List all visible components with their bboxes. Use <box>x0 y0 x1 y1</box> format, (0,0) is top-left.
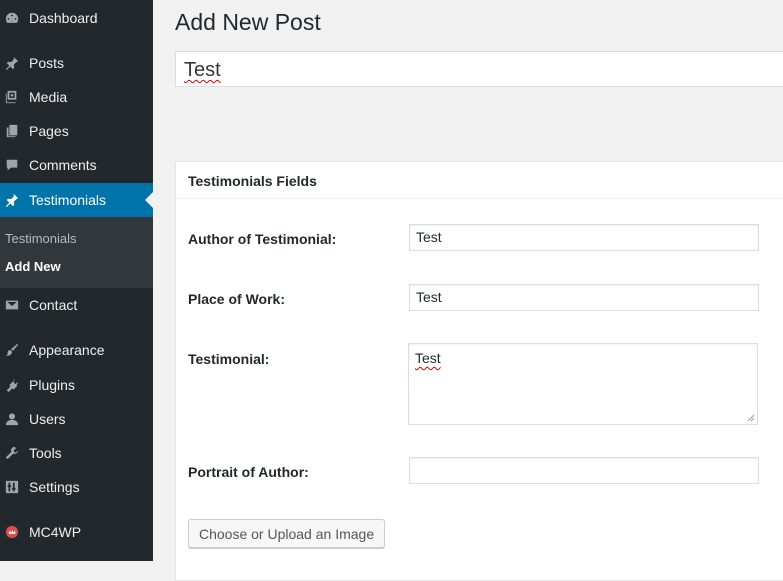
pages-icon <box>5 124 19 138</box>
dashboard-icon <box>5 11 19 25</box>
sidebar-item-pages[interactable]: Pages <box>0 114 153 148</box>
sidebar-item-label: Appearance <box>29 342 105 358</box>
sidebar-item-appearance[interactable]: Appearance <box>0 333 153 367</box>
sidebar-item-label: Plugins <box>29 377 75 393</box>
sidebar-item-label: Posts <box>29 55 65 71</box>
sidebar-item-users[interactable]: Users <box>0 402 153 436</box>
sidebar-item-label: Dashboard <box>29 10 98 26</box>
post-title-input[interactable]: Test <box>175 51 783 87</box>
user-icon <box>5 412 19 426</box>
portrait-label: Portrait of Author: <box>188 464 309 480</box>
sidebar-item-plugins[interactable]: Plugins <box>0 368 153 402</box>
place-of-work-label: Place of Work: <box>188 291 285 307</box>
sidebar-item-label: Tools <box>29 445 62 461</box>
sidebar-item-media[interactable]: Media <box>0 80 153 114</box>
sidebar-item-label: Testimonials <box>29 192 107 208</box>
author-field[interactable]: Test <box>409 224 759 251</box>
pin-icon <box>5 193 19 207</box>
sidebar-item-label: MC4WP <box>29 524 82 540</box>
resize-handle-icon[interactable] <box>747 414 755 422</box>
sidebar-item-testimonials[interactable]: Testimonials <box>0 183 153 217</box>
post-title-value: Test <box>184 59 221 81</box>
portrait-field[interactable] <box>409 457 759 484</box>
sidebar-item-label: Contact <box>29 297 78 313</box>
testimonial-textarea[interactable]: Test <box>408 343 758 425</box>
sidebar-item-label: Comments <box>29 157 97 173</box>
upload-image-button[interactable]: Choose or Upload an Image <box>188 519 386 548</box>
paintbrush-icon <box>5 343 19 357</box>
sidebar-item-dashboard[interactable]: Dashboard <box>0 1 153 35</box>
wrench-icon <box>5 446 19 460</box>
sidebar-item-label: Media <box>29 89 68 105</box>
comment-icon <box>5 158 19 172</box>
submenu-item-testimonials[interactable]: Testimonials <box>5 231 77 246</box>
sidebar-item-comments[interactable]: Comments <box>0 148 153 182</box>
sidebar-item-settings[interactable]: Settings <box>0 470 153 504</box>
sliders-icon <box>5 480 19 494</box>
metabox-title: Testimonials Fields <box>176 162 783 199</box>
mc4wp-icon <box>5 525 19 539</box>
testimonials-fields-metabox: Testimonials Fields Author of Testimonia… <box>175 161 783 581</box>
page-title: Add New Post <box>175 9 321 35</box>
testimonials-submenu: Testimonials Add New <box>0 217 153 288</box>
sidebar-item-tools[interactable]: Tools <box>0 436 153 470</box>
media-icon <box>5 90 19 104</box>
envelope-icon <box>5 298 19 312</box>
place-of-work-field[interactable]: Test <box>409 284 759 311</box>
sidebar-item-label: Pages <box>29 123 69 139</box>
author-label: Author of Testimonial: <box>188 231 337 247</box>
submenu-item-add-new[interactable]: Add New <box>5 259 61 274</box>
sidebar-item-posts[interactable]: Posts <box>0 46 153 80</box>
sidebar-item-mc4wp[interactable]: MC4WP <box>0 515 153 549</box>
testimonial-value: Test <box>415 350 441 366</box>
sidebar-item-label: Users <box>29 411 66 427</box>
admin-sidebar: Dashboard Posts Media Pages Comments Tes… <box>0 0 153 561</box>
active-indicator <box>145 192 153 208</box>
plug-icon <box>5 378 19 392</box>
sidebar-item-label: Settings <box>29 479 80 495</box>
testimonial-label: Testimonial: <box>188 351 270 367</box>
pin-icon <box>5 56 19 70</box>
sidebar-item-contact[interactable]: Contact <box>0 288 153 322</box>
